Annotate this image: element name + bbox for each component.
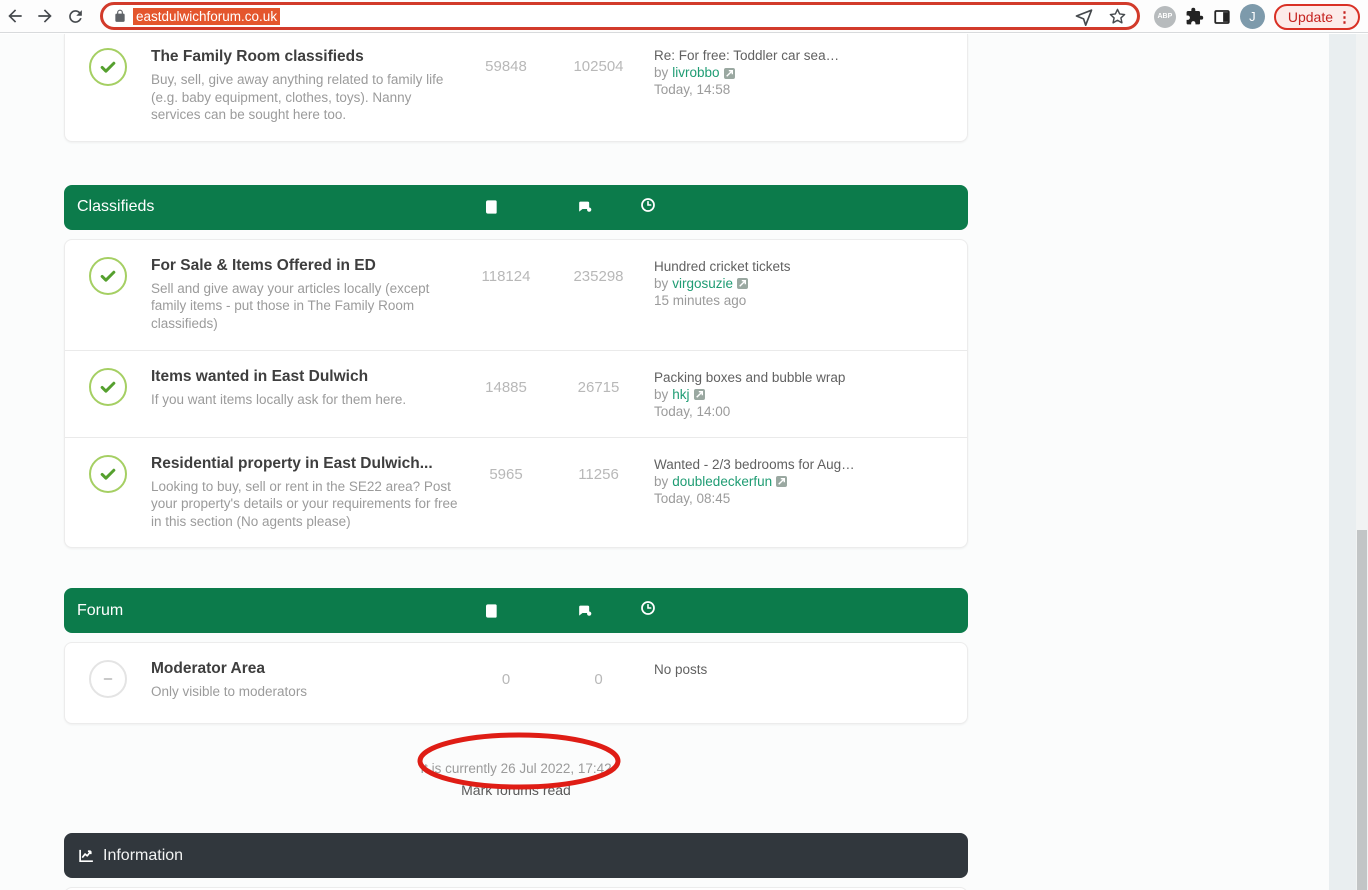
last-post-clock-icon — [640, 600, 656, 616]
unread-check-icon — [89, 368, 127, 406]
forum-row-for-sale[interactable]: For Sale & Items Offered in ED Sell and … — [65, 240, 967, 350]
forum-row-items-wanted[interactable]: Items wanted in East Dulwich If you want… — [65, 350, 967, 437]
no-posts-label: No posts — [654, 662, 967, 678]
bookmark-star-icon[interactable] — [1108, 7, 1127, 26]
forum-title[interactable]: Items wanted in East Dulwich — [151, 366, 461, 387]
section-header-classifieds: Classifieds — [64, 185, 968, 230]
forward-button[interactable] — [30, 2, 60, 30]
section-header-forum: Forum — [64, 588, 968, 633]
unread-check-icon — [89, 257, 127, 295]
by-label: by — [654, 65, 668, 81]
last-post-title[interactable]: Hundred cricket tickets — [654, 259, 967, 275]
forum-row-moderator-area[interactable]: Moderator Area Only visible to moderator… — [65, 643, 967, 723]
forum-title[interactable]: The Family Room classifieds — [151, 46, 461, 67]
chrome-update-button[interactable]: Update ⋮ — [1274, 4, 1360, 30]
vertical-scrollbar[interactable] — [1356, 34, 1368, 890]
topics-count: 14885 — [461, 351, 551, 396]
mark-forums-read-link[interactable]: Mark forums read — [461, 782, 571, 799]
forum-card: Moderator Area Only visible to moderator… — [64, 642, 968, 724]
back-button[interactable] — [0, 2, 30, 30]
side-panel-icon[interactable] — [1213, 8, 1231, 26]
back-icon — [5, 6, 25, 26]
page-margin-strip — [1329, 34, 1356, 890]
external-link-icon[interactable] — [737, 278, 748, 289]
forum-description: If you want items locally ask for them h… — [151, 391, 461, 409]
topics-count: 118124 — [461, 240, 551, 285]
last-post-user[interactable]: virgosuzie — [672, 276, 733, 292]
profile-avatar[interactable]: J — [1240, 4, 1265, 29]
forum-row-family-room[interactable]: The Family Room classifieds Buy, sell, g… — [65, 34, 967, 141]
send-icon[interactable] — [1074, 6, 1094, 26]
topics-book-icon — [484, 199, 500, 215]
forum-title[interactable]: Moderator Area — [151, 658, 461, 679]
external-link-icon[interactable] — [694, 389, 705, 400]
last-post-title[interactable]: Re: For free: Toddler car sea… — [654, 48, 967, 64]
topics-book-icon — [484, 603, 500, 619]
topics-count: 0 — [461, 643, 551, 688]
reload-icon — [66, 7, 85, 26]
by-label: by — [654, 276, 668, 292]
statistics-chart-icon — [78, 847, 95, 864]
unread-check-icon — [89, 48, 127, 86]
forum-description: Only visible to moderators — [151, 683, 461, 701]
scrollbar-thumb[interactable] — [1357, 530, 1367, 890]
current-time-text: It is currently 26 Jul 2022, 17:42 — [64, 761, 968, 777]
by-label: by — [654, 387, 668, 403]
classifieds-card: For Sale & Items Offered in ED Sell and … — [64, 239, 968, 549]
posts-count: 11256 — [551, 438, 646, 483]
forum-description: Buy, sell, give away anything related to… — [151, 71, 461, 124]
last-post-clock-icon — [640, 197, 656, 213]
forum-title[interactable]: Residential property in East Dulwich... — [151, 453, 461, 474]
last-post-user[interactable]: doubledeckerfun — [672, 474, 772, 490]
no-new-posts-icon — [89, 660, 127, 698]
last-post-user[interactable]: livrobbo — [672, 65, 719, 81]
posts-chat-icon — [576, 603, 593, 619]
adblock-extension-icon[interactable]: ABP — [1154, 6, 1176, 28]
posts-count: 26715 — [551, 351, 646, 396]
section-title: Forum — [64, 602, 447, 620]
section-header-information: Information — [64, 833, 968, 878]
last-post-user[interactable]: hkj — [672, 387, 689, 403]
lock-icon — [113, 9, 127, 23]
posts-count: 235298 — [551, 240, 646, 285]
last-post-time: Today, 14:00 — [654, 404, 967, 420]
family-room-card: The Family Room classifieds Buy, sell, g… — [64, 34, 968, 142]
posts-count: 102504 — [551, 34, 646, 75]
forum-title[interactable]: For Sale & Items Offered in ED — [151, 255, 461, 276]
forum-description: Sell and give away your articles locally… — [151, 280, 461, 333]
forward-icon — [35, 6, 55, 26]
posts-count: 0 — [551, 643, 646, 688]
forum-footer: It is currently 26 Jul 2022, 17:42 Mark … — [64, 761, 968, 800]
section-title: Information — [95, 847, 183, 865]
forum-description: Looking to buy, sell or rent in the SE22… — [151, 478, 461, 531]
reload-button[interactable] — [60, 2, 90, 30]
topics-count: 59848 — [461, 34, 551, 75]
external-link-icon[interactable] — [776, 476, 787, 487]
last-post-time: Today, 14:58 — [654, 82, 967, 98]
unread-check-icon — [89, 455, 127, 493]
section-title: Classifieds — [64, 198, 447, 216]
address-bar[interactable]: eastdulwichforum.co.uk — [100, 2, 1140, 30]
by-label: by — [654, 474, 668, 490]
extensions-puzzle-icon[interactable] — [1185, 7, 1204, 26]
last-post-title[interactable]: Wanted - 2/3 bedrooms for Aug… — [654, 457, 967, 473]
url-text[interactable]: eastdulwichforum.co.uk — [133, 8, 280, 25]
browser-toolbar: eastdulwichforum.co.uk ABP J Update ⋮ — [0, 0, 1368, 33]
last-post-title[interactable]: Packing boxes and bubble wrap — [654, 370, 967, 386]
update-label: Update — [1288, 9, 1333, 25]
topics-count: 5965 — [461, 438, 551, 483]
external-link-icon[interactable] — [724, 68, 735, 79]
last-post-time: Today, 08:45 — [654, 491, 967, 507]
posts-chat-icon — [576, 199, 593, 215]
menu-dots-icon[interactable]: ⋮ — [1337, 8, 1352, 26]
forum-row-residential-property[interactable]: Residential property in East Dulwich... … — [65, 437, 967, 548]
forum-page: The Family Room classifieds Buy, sell, g… — [0, 34, 1329, 890]
last-post-time: 15 minutes ago — [654, 293, 967, 309]
